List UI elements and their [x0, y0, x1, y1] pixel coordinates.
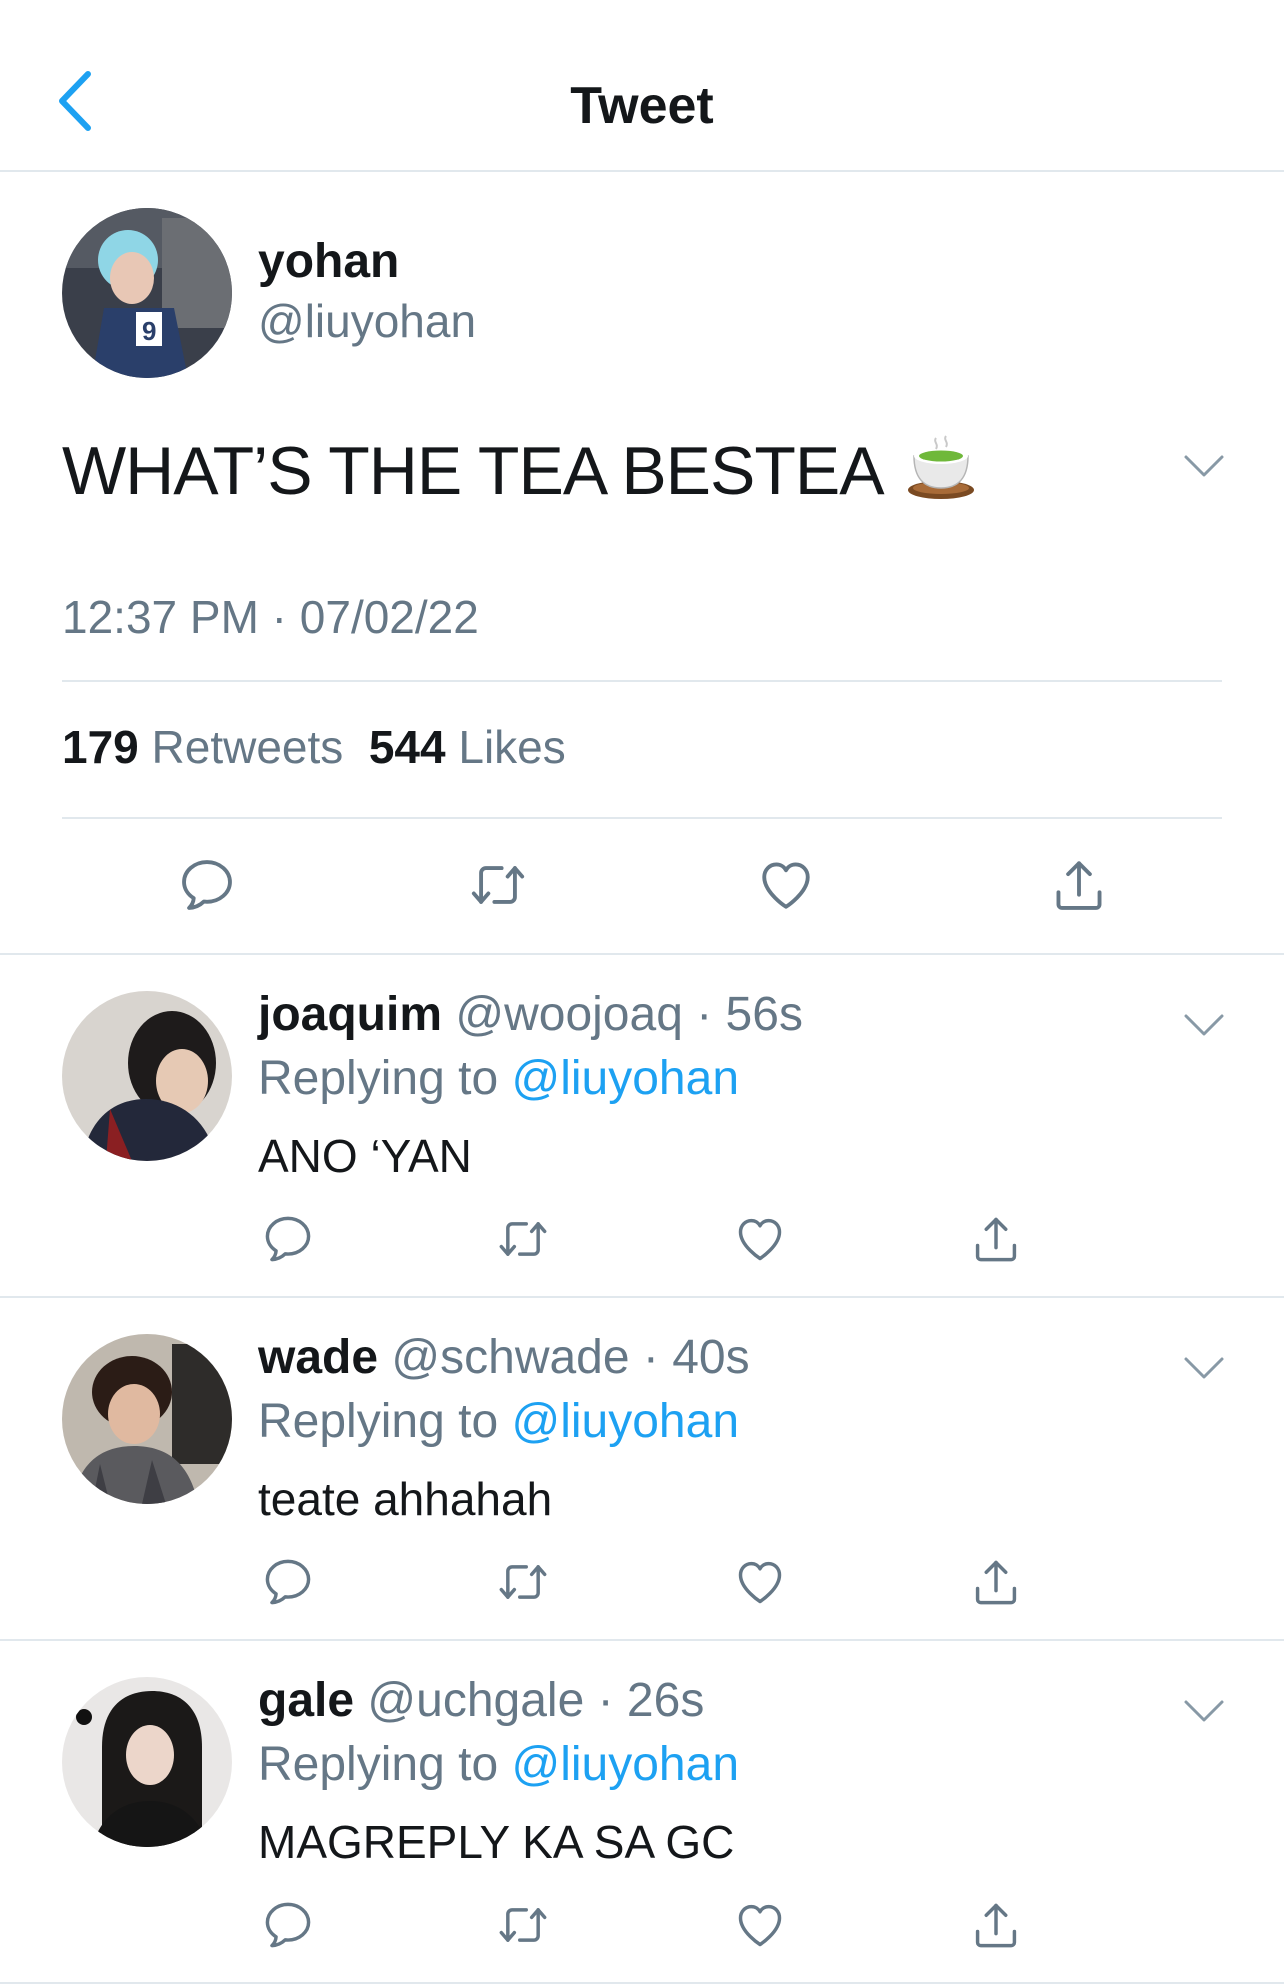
user-handle[interactable]: @woojoaq — [455, 988, 683, 1041]
avatar[interactable]: 9 — [62, 208, 232, 378]
retweet-button[interactable] — [494, 1899, 552, 1951]
tweet-stats: 179 Retweets 544 Likes — [62, 720, 566, 774]
page-title: Tweet — [570, 77, 714, 135]
reply-text: teate ahhahah — [258, 1473, 553, 1525]
display-name[interactable]: yohan — [258, 234, 399, 289]
time-separator: · — [584, 1674, 627, 1727]
replying-prefix: Replying to — [258, 1395, 499, 1448]
like-button[interactable] — [757, 856, 815, 914]
reply-tweet[interactable]: wade @schwade · 40s Replying to @liuyoha… — [0, 1298, 1284, 1641]
reply-button[interactable] — [262, 1899, 314, 1951]
chevron-down-icon — [1182, 1011, 1226, 1039]
reply-header: gale @uchgale · 26s — [258, 1673, 704, 1728]
reply-button[interactable] — [178, 856, 236, 914]
retweets-stat[interactable]: 179 Retweets — [62, 721, 343, 773]
divider — [62, 680, 1222, 682]
retweet-icon — [494, 1899, 552, 1951]
teacup-emoji — [906, 432, 976, 502]
reply-time: 56s — [725, 988, 803, 1041]
reply-text: ANO ‘YAN — [258, 1130, 472, 1182]
tweet-timestamp: 12:37 PM · 07/02/22 — [62, 591, 479, 643]
reply-icon — [262, 1899, 314, 1951]
reply-text: MAGREPLY KA SA GC — [258, 1816, 735, 1868]
top-bar: Tweet — [0, 0, 1284, 172]
retweet-button[interactable] — [494, 1556, 552, 1608]
heart-icon — [757, 856, 815, 914]
share-button[interactable] — [1050, 856, 1108, 914]
like-button[interactable] — [734, 1556, 786, 1608]
replying-prefix: Replying to — [258, 1738, 499, 1791]
share-icon — [970, 1899, 1022, 1951]
share-button[interactable] — [970, 1213, 1022, 1265]
replying-prefix: Replying to — [258, 1052, 499, 1105]
more-options-button[interactable] — [1182, 452, 1226, 480]
retweet-button[interactable] — [494, 1213, 552, 1265]
avatar[interactable] — [62, 1334, 232, 1504]
retweet-button[interactable] — [466, 856, 530, 914]
more-options-button[interactable] — [1182, 1011, 1226, 1039]
time-separator: · — [629, 1331, 673, 1384]
user-handle[interactable]: @liuyohan — [258, 294, 476, 348]
retweet-icon — [494, 1556, 552, 1608]
reply-time: 26s — [626, 1674, 705, 1727]
heart-icon — [734, 1556, 786, 1608]
svg-text:9: 9 — [142, 316, 156, 346]
mention-link[interactable]: @liuyohan — [511, 1052, 739, 1105]
retweet-count: 179 — [62, 721, 139, 773]
replying-to: Replying to @liuyohan — [258, 1394, 739, 1449]
reply-button[interactable] — [262, 1213, 314, 1265]
display-name[interactable]: joaquim — [258, 988, 442, 1041]
avatar[interactable] — [62, 1677, 232, 1847]
retweet-icon — [494, 1213, 552, 1265]
like-count: 544 — [368, 721, 446, 773]
mention-link[interactable]: @liuyohan — [511, 1738, 739, 1791]
reply-tweet[interactable]: joaquim @woojoaq · 56s Replying to @liuy… — [0, 955, 1284, 1298]
reply-button[interactable] — [262, 1556, 314, 1608]
reply-icon — [178, 856, 236, 914]
display-name[interactable]: gale — [258, 1674, 354, 1727]
like-label: Likes — [458, 721, 566, 773]
replying-to: Replying to @liuyohan — [258, 1051, 739, 1106]
reply-tweet[interactable]: gale @uchgale · 26s Replying to @liuyoha… — [0, 1641, 1284, 1984]
heart-icon — [734, 1899, 786, 1951]
share-button[interactable] — [970, 1899, 1022, 1951]
avatar[interactable] — [62, 991, 232, 1161]
mention-link[interactable]: @liuyohan — [511, 1395, 739, 1448]
display-name[interactable]: wade — [258, 1331, 378, 1384]
share-button[interactable] — [970, 1556, 1022, 1608]
heart-icon — [734, 1213, 786, 1265]
time-separator: · — [682, 988, 726, 1041]
likes-stat[interactable]: 544 Likes — [369, 721, 566, 773]
retweet-label: Retweets — [151, 721, 344, 773]
chevron-down-icon — [1182, 1354, 1226, 1382]
share-icon — [1050, 856, 1108, 914]
reply-time: 40s — [672, 1331, 750, 1384]
tweet-text-content: WHAT’S THE TEA BESTEA — [62, 433, 885, 509]
more-options-button[interactable] — [1182, 1354, 1226, 1382]
share-icon — [970, 1556, 1022, 1608]
reply-header: wade @schwade · 40s — [258, 1330, 750, 1385]
user-handle[interactable]: @schwade — [391, 1331, 629, 1384]
more-options-button[interactable] — [1182, 1697, 1226, 1725]
reply-icon — [262, 1556, 314, 1608]
chevron-down-icon — [1182, 1697, 1226, 1725]
like-button[interactable] — [734, 1213, 786, 1265]
reply-icon — [262, 1213, 314, 1265]
main-tweet: 9 yohan @liuyohan WHAT’S THE TEA BESTEA … — [0, 172, 1284, 955]
tweet-text: WHAT’S THE TEA BESTEA — [62, 432, 976, 510]
replying-to: Replying to @liuyohan — [258, 1737, 739, 1792]
user-handle[interactable]: @uchgale — [367, 1674, 584, 1727]
chevron-down-icon — [1182, 452, 1226, 480]
divider — [62, 817, 1222, 819]
like-button[interactable] — [734, 1899, 786, 1951]
share-icon — [970, 1213, 1022, 1265]
reply-header: joaquim @woojoaq · 56s — [258, 987, 803, 1042]
retweet-icon — [466, 856, 530, 914]
